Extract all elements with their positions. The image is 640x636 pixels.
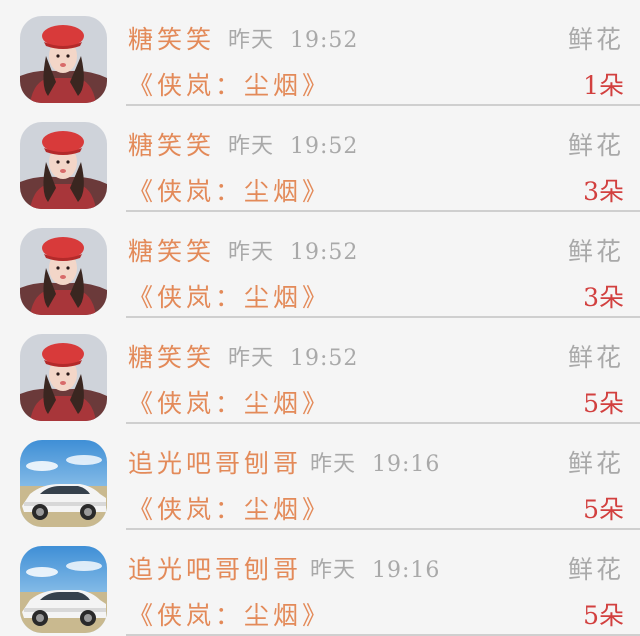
gift-count: 5朵 [583, 495, 624, 524]
gift-type-label: 鲜花 [567, 131, 624, 160]
gift-type-label: 鲜花 [567, 343, 624, 372]
gift-type-label: 鲜花 [567, 449, 624, 478]
gift-record-row[interactable]: 糖笑笑 昨天 19:52 鲜花 《侠岚：尘烟》 1朵 [0, 0, 640, 106]
girl-red-beret-avatar[interactable] [20, 228, 107, 315]
book-title[interactable]: 《侠岚：尘烟》 [128, 172, 331, 208]
username[interactable]: 追光吧哥刨哥 [128, 550, 302, 586]
book-title[interactable]: 《侠岚：尘烟》 [128, 596, 331, 632]
timestamp: 昨天 19:16 [310, 452, 441, 477]
gift-record-row[interactable]: 追光吧哥刨哥 昨天 19:16 鲜花 《侠岚：尘烟》 5朵 [0, 424, 640, 530]
username[interactable]: 糖笑笑 [128, 126, 215, 162]
gift-count: 5朵 [583, 601, 624, 630]
timestamp: 昨天 19:52 [228, 240, 359, 265]
timestamp: 昨天 19:52 [228, 28, 359, 53]
gift-type-label: 鲜花 [567, 237, 624, 266]
gift-record-row[interactable]: 糖笑笑 昨天 19:52 鲜花 《侠岚：尘烟》 3朵 [0, 212, 640, 318]
girl-red-beret-avatar[interactable] [20, 334, 107, 421]
book-title[interactable]: 《侠岚：尘烟》 [128, 490, 331, 526]
gift-count: 1朵 [583, 71, 624, 100]
username[interactable]: 糖笑笑 [128, 20, 215, 56]
username[interactable]: 糖笑笑 [128, 232, 215, 268]
gift-count: 3朵 [583, 177, 624, 206]
book-title[interactable]: 《侠岚：尘烟》 [128, 278, 331, 314]
gift-record-row[interactable]: 糖笑笑 昨天 19:52 鲜花 《侠岚：尘烟》 5朵 [0, 318, 640, 424]
username[interactable]: 糖笑笑 [128, 338, 215, 374]
gift-count: 3朵 [583, 283, 624, 312]
gift-record-row[interactable]: 糖笑笑 昨天 19:52 鲜花 《侠岚：尘烟》 3朵 [0, 106, 640, 212]
girl-red-beret-avatar[interactable] [20, 122, 107, 209]
white-car-avatar[interactable] [20, 440, 107, 527]
gift-type-label: 鲜花 [567, 555, 624, 584]
timestamp: 昨天 19:52 [228, 134, 359, 159]
white-car-avatar[interactable] [20, 546, 107, 633]
gift-count: 5朵 [583, 389, 624, 418]
timestamp: 昨天 19:16 [310, 558, 441, 583]
username[interactable]: 追光吧哥刨哥 [128, 444, 302, 480]
gift-record-list: 糖笑笑 昨天 19:52 鲜花 《侠岚：尘烟》 1朵 糖笑笑 昨天 19:52 … [0, 0, 640, 636]
gift-record-row[interactable]: 追光吧哥刨哥 昨天 19:16 鲜花 《侠岚：尘烟》 5朵 [0, 530, 640, 636]
timestamp: 昨天 19:52 [228, 346, 359, 371]
gift-type-label: 鲜花 [567, 25, 624, 54]
book-title[interactable]: 《侠岚：尘烟》 [128, 66, 331, 102]
girl-red-beret-avatar[interactable] [20, 16, 107, 103]
book-title[interactable]: 《侠岚：尘烟》 [128, 384, 331, 420]
